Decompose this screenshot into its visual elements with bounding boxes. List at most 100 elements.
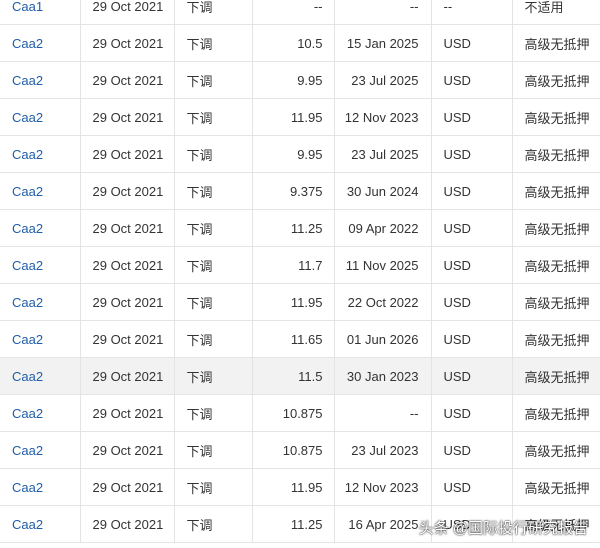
maturity-date-cell: 11 Nov 2025 <box>334 246 432 284</box>
coupon-cell: 10.875 <box>252 394 335 432</box>
maturity-date-cell: -- <box>334 394 432 432</box>
debt-type-cell: 高级无抵押 <box>512 468 600 506</box>
direction-cell: 下调 <box>174 505 253 543</box>
currency-cell: USD <box>431 209 513 247</box>
rating-link[interactable]: Caa2 <box>12 369 43 384</box>
currency-cell: USD <box>431 172 513 210</box>
rating-link[interactable]: Caa1 <box>12 0 43 14</box>
coupon-cell: -- <box>252 0 335 25</box>
direction-cell: 下调 <box>174 431 253 469</box>
date-cell: 29 Oct 2021 <box>80 172 175 210</box>
coupon-cell: 11.5 <box>252 357 335 395</box>
direction-cell: 下调 <box>174 320 253 358</box>
direction-cell: 下调 <box>174 61 253 99</box>
direction-cell: 下调 <box>174 357 253 395</box>
rating-link[interactable]: Caa2 <box>12 221 43 236</box>
ratings-table-body: Caa1 29 Oct 2021 下调 -- -- -- 不适用 Caa2 29 Oct 202… <box>0 0 600 543</box>
maturity-date-cell: 15 Jan 2025 <box>334 24 432 62</box>
coupon-cell: 10.5 <box>252 24 335 62</box>
date-cell: 29 Oct 2021 <box>80 431 175 469</box>
maturity-date-cell: 12 Nov 2023 <box>334 98 432 136</box>
rating-cell: Caa2 <box>0 283 81 321</box>
rating-link[interactable]: Caa2 <box>12 295 43 310</box>
table-row: Caa2 29 Oct 2021 下调 10.5 15 Jan 2025 USD 高级无抵押 <box>0 24 600 62</box>
direction-cell: 下调 <box>174 135 253 173</box>
direction-cell: 下调 <box>174 98 253 136</box>
rating-link[interactable]: Caa2 <box>12 73 43 88</box>
direction-cell: 下调 <box>174 0 253 25</box>
debt-type-cell: 高级无抵押 <box>512 98 600 136</box>
direction-cell: 下调 <box>174 246 253 284</box>
currency-cell: USD <box>431 98 513 136</box>
rating-link[interactable]: Caa2 <box>12 36 43 51</box>
debt-type-cell: 不适用 <box>512 0 600 25</box>
watermark: 头条 @国际投行研究报告 <box>418 520 588 537</box>
date-cell: 29 Oct 2021 <box>80 394 175 432</box>
coupon-cell: 10.875 <box>252 431 335 469</box>
currency-cell: USD <box>431 61 513 99</box>
rating-link[interactable]: Caa2 <box>12 110 43 125</box>
rating-link[interactable]: Caa2 <box>12 147 43 162</box>
rating-cell: Caa2 <box>0 320 81 358</box>
debt-type-cell: 高级无抵押 <box>512 357 600 395</box>
table-row: Caa2 29 Oct 2021 下调 11.5 30 Jan 2023 USD 高级无抵押 <box>0 357 600 395</box>
table-row: Caa2 29 Oct 2021 下调 11.95 22 Oct 2022 USD 高级无抵… <box>0 283 600 321</box>
direction-cell: 下调 <box>174 209 253 247</box>
maturity-date-cell: 01 Jun 2026 <box>334 320 432 358</box>
debt-type-cell: 高级无抵押 <box>512 135 600 173</box>
table-row: Caa2 29 Oct 2021 下调 11.7 11 Nov 2025 USD 高级无抵押 <box>0 246 600 284</box>
debt-type-cell: 高级无抵押 <box>512 394 600 432</box>
table-row: Caa2 29 Oct 2021 下调 11.25 09 Apr 2022 USD 高级无抵… <box>0 209 600 247</box>
currency-cell: USD <box>431 394 513 432</box>
date-cell: 29 Oct 2021 <box>80 357 175 395</box>
rating-link[interactable]: Caa2 <box>12 517 43 532</box>
coupon-cell: 11.95 <box>252 468 335 506</box>
direction-cell: 下调 <box>174 172 253 210</box>
table-row: Caa2 29 Oct 2021 下调 11.95 12 Nov 2023 USD 高级无抵… <box>0 98 600 136</box>
currency-cell: USD <box>431 283 513 321</box>
date-cell: 29 Oct 2021 <box>80 468 175 506</box>
currency-cell: USD <box>431 24 513 62</box>
table-row: Caa2 29 Oct 2021 下调 11.95 12 Nov 2023 USD 高级无抵… <box>0 468 600 506</box>
rating-link[interactable]: Caa2 <box>12 406 43 421</box>
maturity-date-cell: 23 Jul 2025 <box>334 61 432 99</box>
direction-cell: 下调 <box>174 283 253 321</box>
rating-link[interactable]: Caa2 <box>12 184 43 199</box>
ratings-table: Caa1 29 Oct 2021 下调 -- -- -- 不适用 Caa2 29 Oct 202… <box>0 0 600 543</box>
table-row: Caa2 29 Oct 2021 下调 9.95 23 Jul 2025 USD 高级无抵押 <box>0 135 600 173</box>
rating-link[interactable]: Caa2 <box>12 443 43 458</box>
rating-cell: Caa2 <box>0 431 81 469</box>
coupon-cell: 11.95 <box>252 98 335 136</box>
date-cell: 29 Oct 2021 <box>80 283 175 321</box>
rating-link[interactable]: Caa2 <box>12 480 43 495</box>
debt-type-cell: 高级无抵押 <box>512 61 600 99</box>
coupon-cell: 11.95 <box>252 283 335 321</box>
date-cell: 29 Oct 2021 <box>80 209 175 247</box>
direction-cell: 下调 <box>174 394 253 432</box>
rating-cell: Caa2 <box>0 98 81 136</box>
debt-type-cell: 高级无抵押 <box>512 24 600 62</box>
date-cell: 29 Oct 2021 <box>80 24 175 62</box>
maturity-date-cell: 23 Jul 2025 <box>334 135 432 173</box>
rating-cell: Caa2 <box>0 135 81 173</box>
currency-cell: -- <box>431 0 513 25</box>
rating-cell: Caa2 <box>0 24 81 62</box>
rating-cell: Caa2 <box>0 505 81 543</box>
direction-cell: 下调 <box>174 468 253 506</box>
maturity-date-cell: 16 Apr 2025 <box>334 505 432 543</box>
table-row: Caa2 29 Oct 2021 下调 11.65 01 Jun 2026 USD 高级无抵… <box>0 320 600 358</box>
currency-cell: USD <box>431 357 513 395</box>
date-cell: 29 Oct 2021 <box>80 61 175 99</box>
rating-link[interactable]: Caa2 <box>12 258 43 273</box>
direction-cell: 下调 <box>174 24 253 62</box>
table-row: Caa2 29 Oct 2021 下调 9.375 30 Jun 2024 USD 高级无抵… <box>0 172 600 210</box>
currency-cell: USD <box>431 468 513 506</box>
currency-cell: USD <box>431 135 513 173</box>
rating-cell: Caa2 <box>0 357 81 395</box>
coupon-cell: 11.25 <box>252 209 335 247</box>
rating-cell: Caa2 <box>0 172 81 210</box>
debt-type-cell: 高级无抵押 <box>512 246 600 284</box>
rating-cell: Caa2 <box>0 209 81 247</box>
rating-cell: Caa2 <box>0 61 81 99</box>
rating-link[interactable]: Caa2 <box>12 332 43 347</box>
